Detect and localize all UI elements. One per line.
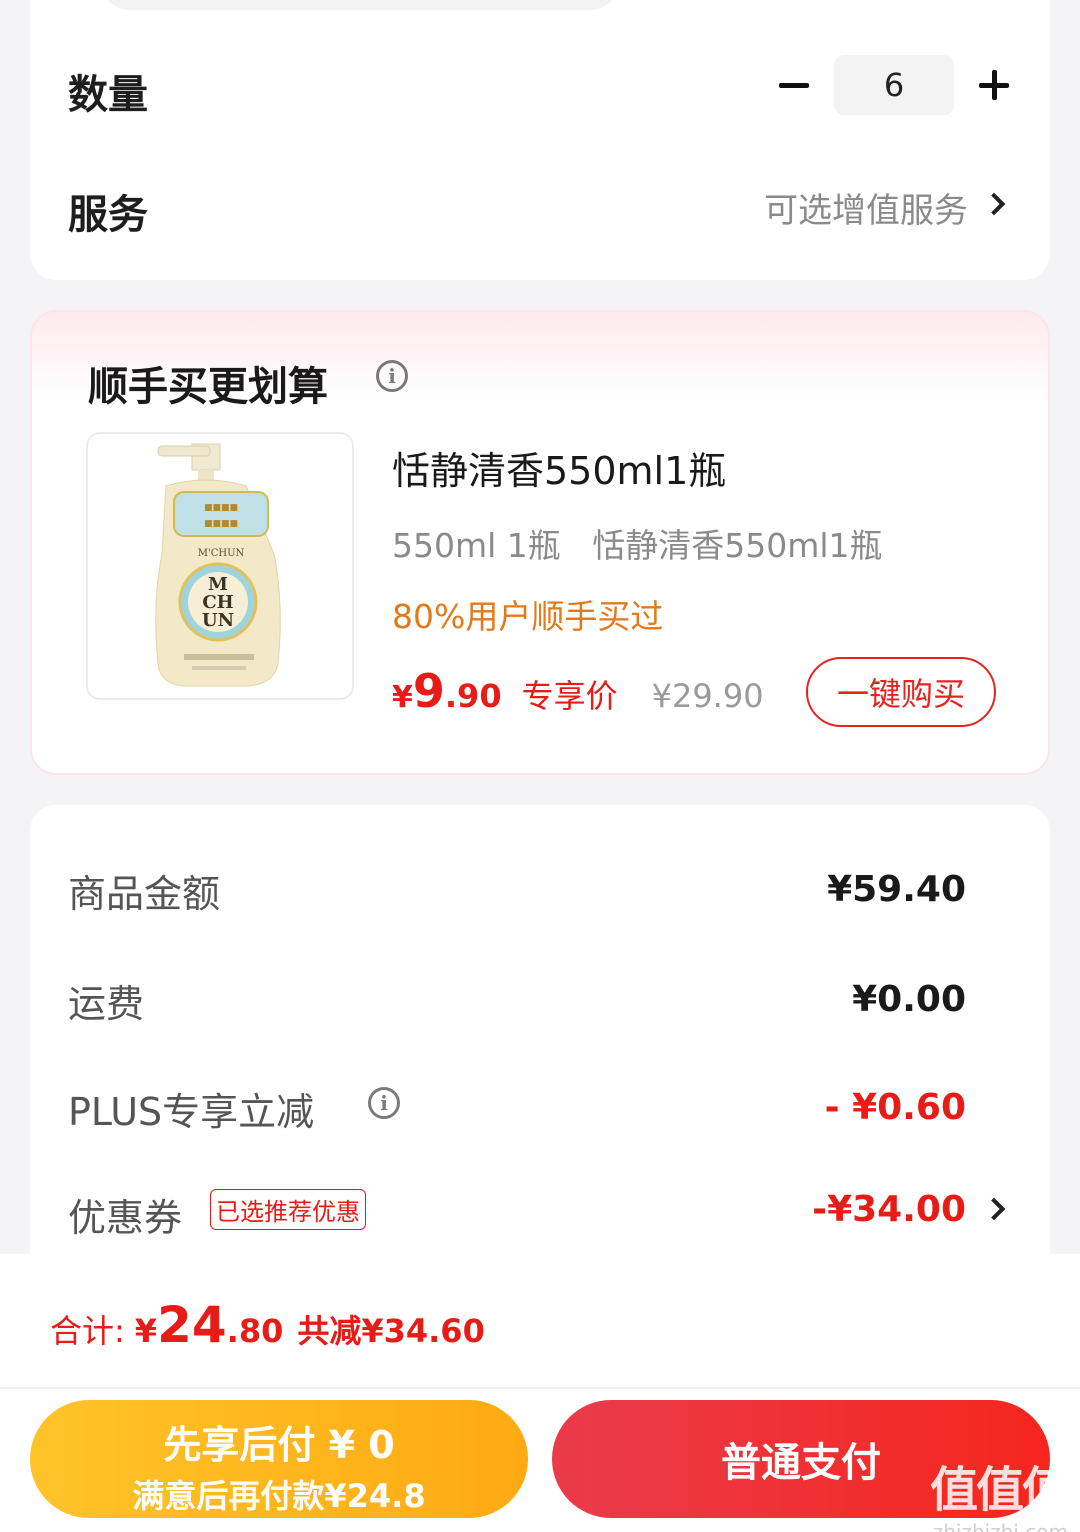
goods-amount-label: 商品金额 <box>68 872 221 916</box>
chevron-right-icon[interactable] <box>982 192 1006 216</box>
info-icon[interactable]: i <box>376 360 408 392</box>
quantity-label: 数量 <box>68 72 148 118</box>
price-currency: ¥ <box>392 680 413 715</box>
watermark-url: zhizhizhi.com <box>932 1520 1068 1532</box>
product-spec: 550ml 1瓶 恬静清香550ml1瓶 <box>392 526 883 565</box>
watermark-logo: 值值值 <box>929 1462 1070 1518</box>
service-value[interactable]: 可选增值服务 <box>764 183 968 232</box>
product-price-row: ¥ 9 .90 专享价 ¥29.90 <box>392 664 764 724</box>
one-click-buy-button[interactable]: 一键购买 <box>806 657 996 727</box>
chevron-right-icon[interactable] <box>982 1197 1006 1221</box>
divider <box>0 1387 1080 1389</box>
top-pill-remnant <box>100 0 620 10</box>
svg-text:UN: UN <box>202 610 234 631</box>
svg-text:■■■■: ■■■■ <box>204 503 238 513</box>
plus-discount-label: PLUS专享立减 <box>68 1090 315 1134</box>
price-tag: 专享价 <box>521 677 618 715</box>
bottle-brand-text: M'CHUN <box>198 548 245 559</box>
original-price: ¥29.90 <box>651 677 764 715</box>
coupon-status-badge: 已选推荐优惠 <box>210 1189 366 1230</box>
total-currency: ¥ <box>134 1312 158 1350</box>
checkout-bar: 合计: ¥ 24 .80 共减¥34.60 先享后付 ¥ 0 满意后再付款¥24… <box>0 1254 1080 1532</box>
pay-later-subtitle: 满意后再付款¥24.8 <box>132 1477 426 1515</box>
svg-text:■■■■: ■■■■ <box>204 519 238 529</box>
quantity-decrease-button[interactable] <box>764 55 824 115</box>
shampoo-bottle-icon: ■■■■ ■■■■ M'CHUN M CH UN <box>155 443 281 687</box>
price-summary-card: 商品金额 ¥59.40 运费 ¥0.00 PLUS专享立减 i - ¥0.60 … <box>30 805 1050 1275</box>
watermark: 值值值 zhizhizhi.com <box>929 1450 1070 1532</box>
addon-recommendation-card: 顺手买更划算 i ■■■■ ■■■■ M'CHUN M CH UN 恬静清香55… <box>30 310 1050 775</box>
order-options-card: 数量 6 服务 可选增值服务 <box>30 0 1050 280</box>
plus-discount-value: - ¥0.60 <box>824 1087 966 1128</box>
goods-amount-value: ¥59.40 <box>827 869 966 910</box>
total-integer: 24 <box>157 1296 227 1354</box>
pay-later-title: 先享后付 ¥ 0 <box>163 1423 395 1467</box>
shipping-label: 运费 <box>68 982 145 1026</box>
normal-pay-label: 普通支付 <box>721 1440 881 1486</box>
total-saved: 共减¥34.60 <box>297 1312 485 1350</box>
service-label: 服务 <box>68 192 148 238</box>
coupon-value[interactable]: -¥34.00 <box>812 1189 966 1230</box>
product-name[interactable]: 恬静清香550ml1瓶 <box>392 440 726 495</box>
addon-title: 顺手买更划算 <box>88 364 328 410</box>
price-integer: 9 <box>412 664 445 718</box>
product-purchase-hint: 80%用户顺手买过 <box>392 597 664 636</box>
shipping-value: ¥0.00 <box>852 979 966 1020</box>
total-decimal: .80 <box>226 1312 284 1350</box>
total-amount: 合计: ¥ 24 .80 共减¥34.60 <box>50 1296 485 1354</box>
coupon-label: 优惠券 <box>68 1196 183 1240</box>
total-label: 合计: <box>50 1312 125 1350</box>
info-icon[interactable]: i <box>368 1087 400 1119</box>
quantity-increase-button[interactable] <box>964 55 1024 115</box>
price-decimal: .90 <box>444 677 502 715</box>
pay-later-button[interactable]: 先享后付 ¥ 0 满意后再付款¥24.8 <box>30 1400 528 1518</box>
product-image[interactable]: ■■■■ ■■■■ M'CHUN M CH UN <box>86 432 354 700</box>
quantity-input[interactable]: 6 <box>834 55 954 115</box>
